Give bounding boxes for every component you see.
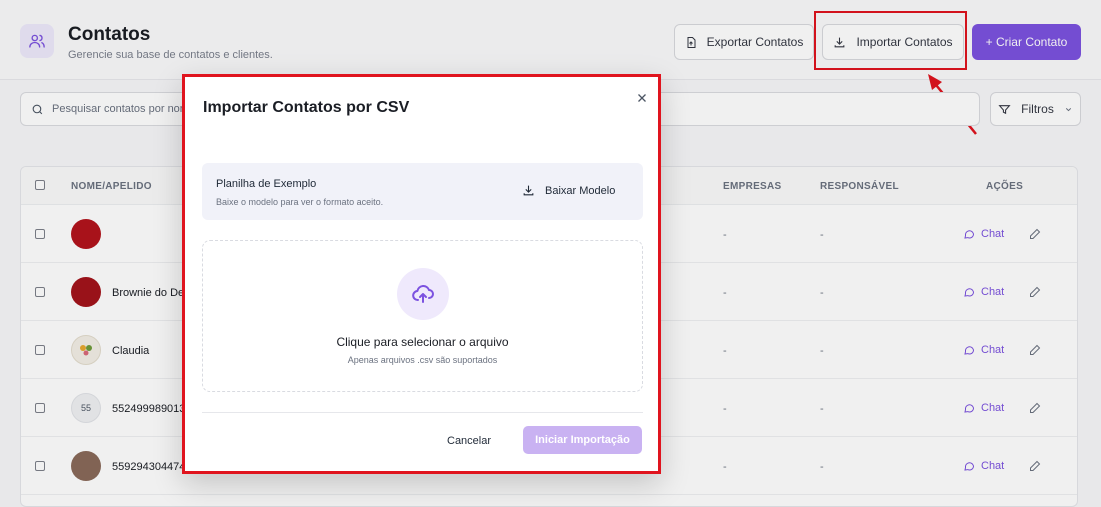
file-dropzone[interactable]: Clique para selecionar o arquivo Apenas … (202, 240, 643, 392)
dropzone-subtitle: Apenas arquivos .csv são suportados (347, 355, 498, 365)
modal-title: Importar Contatos por CSV (203, 99, 410, 116)
start-import-button[interactable]: Iniciar Importação (523, 426, 642, 454)
modal-divider (202, 412, 643, 413)
sample-title: Planilha de Exemplo (216, 178, 317, 190)
close-icon[interactable] (635, 91, 649, 105)
cancel-button[interactable]: Cancelar (447, 435, 491, 447)
upload-cloud-icon (397, 268, 449, 320)
dropzone-title: Clique para selecionar o arquivo (336, 335, 509, 349)
sample-subtitle: Baixe o modelo para ver o formato aceito… (216, 197, 384, 207)
import-csv-modal: Importar Contatos por CSV Planilha de Ex… (182, 74, 661, 474)
download-template-button[interactable]: Baixar Modelo (522, 184, 615, 197)
download-icon (523, 185, 534, 196)
download-template-label: Baixar Modelo (545, 184, 616, 197)
sample-spreadsheet-card: Planilha de Exemplo Baixe o modelo para … (202, 163, 643, 220)
